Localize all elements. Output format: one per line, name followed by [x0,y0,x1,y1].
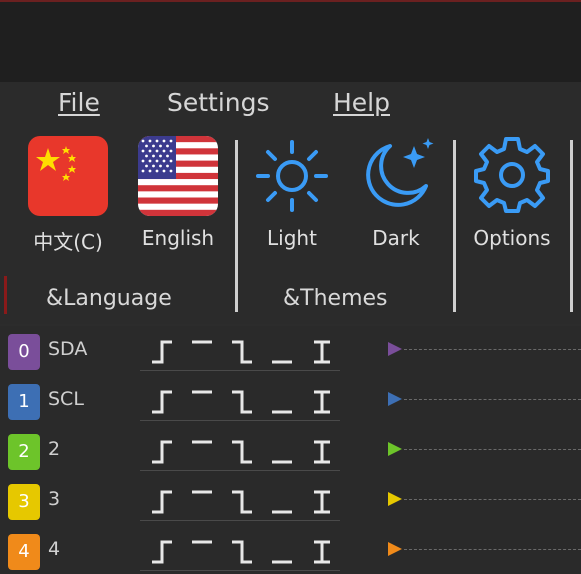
title-bar [0,0,581,82]
ribbon-toolbar: 中文(C) English Light Dark Options &Langua… [0,124,581,324]
theme-dark-label: Dark [372,226,420,250]
language-english-button[interactable]: English [128,136,228,250]
channel-row: 0 SDA [0,326,581,378]
trigger-selector [140,430,340,471]
any-edge-icon[interactable] [308,486,336,516]
rising-edge-icon[interactable] [148,436,176,466]
channel-row: 22 [0,426,581,478]
ribbon-separator [570,140,573,312]
channel-marker-icon [386,390,404,412]
menu-settings-label: Settings [167,88,270,117]
any-edge-icon[interactable] [308,536,336,566]
falling-edge-icon[interactable] [228,486,256,516]
high-level-icon[interactable] [188,536,216,566]
channel-waveform-line [404,399,581,400]
language-english-label: English [141,226,215,250]
usa-flag-icon [138,136,218,216]
china-flag-icon [28,136,108,216]
channel-waveform-line [404,449,581,450]
high-level-icon[interactable] [188,436,216,466]
trigger-selector [140,330,340,371]
channel-index-badge[interactable]: 3 [8,484,40,520]
channel-index-badge[interactable]: 2 [8,434,40,470]
channel-list: 0 SDA 1 SCL 2 2 3 3 4 4 [0,326,581,574]
theme-light-label: Light [267,226,317,250]
falling-edge-icon[interactable] [228,336,256,366]
channel-waveform-line [404,499,581,500]
high-level-icon[interactable] [188,336,216,366]
falling-edge-icon[interactable] [228,536,256,566]
menu-file[interactable]: File [58,88,100,117]
ribbon-separator [453,140,456,312]
low-level-icon[interactable] [268,436,296,466]
ribbon-separator [235,140,238,312]
channel-name[interactable]: 2 [48,438,60,460]
language-group-label: &Language [46,286,172,311]
app-window: File Settings Help 中文(C) English Light D… [0,0,581,574]
theme-dark-button[interactable]: Dark [346,136,446,250]
falling-edge-icon[interactable] [228,436,256,466]
channel-waveform-line [404,349,581,350]
falling-edge-icon[interactable] [228,386,256,416]
high-level-icon[interactable] [188,386,216,416]
trigger-selector [140,380,340,421]
trigger-selector [140,530,340,571]
gear-icon [472,136,552,216]
any-edge-icon[interactable] [308,436,336,466]
sun-icon [252,136,332,216]
channel-index-badge[interactable]: 0 [8,334,40,370]
channel-row: 44 [0,526,581,574]
channel-index-badge[interactable]: 1 [8,384,40,420]
channel-row: 33 [0,476,581,528]
focus-marker [4,276,7,314]
channel-row: 1 SCL [0,376,581,428]
channel-marker-icon [386,490,404,512]
menu-settings[interactable]: Settings [167,88,270,117]
low-level-icon[interactable] [268,386,296,416]
options-label: Options [473,226,551,250]
theme-light-button[interactable]: Light [242,136,342,250]
menu-file-label: File [58,88,100,117]
channel-marker-icon [386,540,404,562]
low-level-icon[interactable] [268,336,296,366]
menu-help-label: Help [333,88,390,117]
rising-edge-icon[interactable] [148,486,176,516]
channel-name[interactable]: 4 [48,538,60,560]
any-edge-icon[interactable] [308,386,336,416]
language-chinese-button[interactable]: 中文(C) [18,136,118,255]
channel-name[interactable]: SCL [48,388,84,410]
rising-edge-icon[interactable] [148,536,176,566]
channel-index-badge[interactable]: 4 [8,534,40,570]
channel-name[interactable]: 3 [48,488,60,510]
language-chinese-label: 中文(C) [33,230,103,254]
rising-edge-icon[interactable] [148,386,176,416]
high-level-icon[interactable] [188,486,216,516]
low-level-icon[interactable] [268,536,296,566]
themes-group-label: &Themes [283,286,388,311]
low-level-icon[interactable] [268,486,296,516]
trigger-selector [140,480,340,521]
channel-marker-icon [386,340,404,362]
channel-marker-icon [386,440,404,462]
moon-stars-icon [356,136,436,216]
menu-bar: File Settings Help [0,82,581,124]
channel-name[interactable]: SDA [48,338,87,360]
channel-waveform-line [404,549,581,550]
rising-edge-icon[interactable] [148,336,176,366]
menu-help[interactable]: Help [333,88,390,117]
options-button[interactable]: Options [462,136,562,250]
any-edge-icon[interactable] [308,336,336,366]
